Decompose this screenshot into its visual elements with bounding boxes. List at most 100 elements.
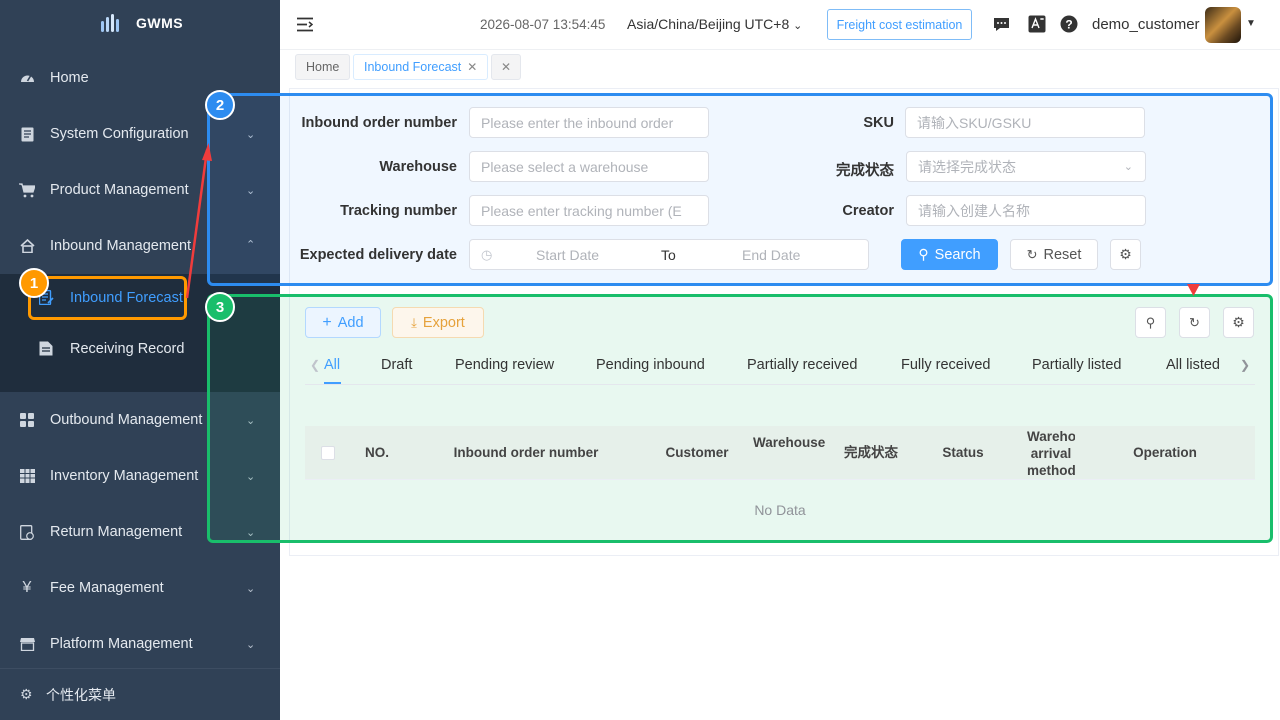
yen-icon: ¥ bbox=[22, 579, 32, 596]
table-icon bbox=[19, 468, 35, 484]
caret-down-icon[interactable]: ▼ bbox=[1246, 18, 1256, 29]
end-date-input[interactable]: End Date bbox=[742, 247, 800, 263]
username[interactable]: demo_customer bbox=[1092, 16, 1200, 33]
logo-icon bbox=[101, 14, 119, 32]
column-header: Status bbox=[942, 445, 984, 460]
reset-button-label: Reset bbox=[1043, 246, 1082, 263]
search-button-label: Search bbox=[934, 246, 981, 263]
sidebar-item-label: Product Management bbox=[50, 182, 189, 198]
filter-settings-button[interactable]: ⚙ bbox=[1110, 239, 1141, 270]
column-header: Warehouse bbox=[753, 435, 826, 450]
logo-text: GWMS bbox=[136, 15, 184, 31]
date-range-separator: To bbox=[661, 246, 676, 263]
tags-view: Home Inbound Forecast ✕ ✕ bbox=[280, 50, 1280, 86]
chevron-down-icon: ⌄ bbox=[246, 582, 256, 595]
tracking-number-input[interactable]: Please enter tracking number (E bbox=[469, 195, 709, 226]
refresh-button[interactable]: ↻ bbox=[1179, 307, 1210, 338]
annotation-badge-3: 3 bbox=[205, 292, 235, 322]
input-placeholder: Please enter tracking number (E bbox=[481, 202, 682, 219]
tab-inbound-forecast[interactable]: Inbound Forecast ✕ bbox=[353, 54, 489, 80]
export-button[interactable]: ⤓ Export bbox=[392, 307, 484, 338]
status-tab-pending-inbound[interactable]: Pending inbound bbox=[596, 357, 705, 373]
sidebar-item-label: Outbound Management bbox=[50, 412, 203, 428]
status-tab-draft[interactable]: Draft bbox=[381, 357, 412, 373]
sku-label: SKU bbox=[863, 115, 894, 131]
store-icon bbox=[19, 636, 35, 652]
creator-input[interactable]: 请输入创建人名称 bbox=[906, 195, 1146, 226]
reset-button[interactable]: ↻ Reset bbox=[1010, 239, 1098, 270]
column-header: Warehouse arrival method bbox=[1027, 429, 1075, 478]
export-button-label: Export bbox=[422, 314, 465, 331]
tracking-number-label: Tracking number bbox=[340, 203, 457, 219]
tabs-scroll-right-icon[interactable]: ❯ bbox=[1240, 358, 1250, 372]
input-placeholder: Please select a warehouse bbox=[481, 158, 649, 175]
add-button-label: Add bbox=[337, 314, 364, 331]
search-icon: ⚲ bbox=[918, 246, 929, 262]
sidebar-item-platform-management[interactable]: Platform Management ⌄ bbox=[0, 616, 280, 672]
gear-icon: ⚙ bbox=[20, 686, 33, 702]
column-header: Customer bbox=[665, 445, 729, 460]
tab-label: Home bbox=[306, 60, 340, 74]
tabs-scroll-left-icon[interactable]: ❮ bbox=[310, 358, 320, 372]
plus-icon: + bbox=[322, 313, 332, 331]
sku-input[interactable]: 请输入SKU/GSKU bbox=[905, 107, 1145, 138]
status-tab-fully-received[interactable]: Fully received bbox=[901, 357, 990, 373]
status-tab-partially-received[interactable]: Partially received bbox=[747, 357, 857, 373]
help-icon[interactable]: ? bbox=[1060, 15, 1078, 33]
tab-label: Inbound Forecast bbox=[364, 60, 462, 74]
download-icon: ⤓ bbox=[411, 314, 417, 330]
active-tab-indicator bbox=[324, 382, 341, 384]
current-datetime: 2026-08-07 13:54:45 bbox=[480, 17, 606, 32]
close-icon[interactable]: ✕ bbox=[467, 60, 477, 74]
status-tab-pending-review[interactable]: Pending review bbox=[455, 357, 554, 373]
sidebar-item-label: Fee Management bbox=[50, 580, 164, 596]
translate-icon[interactable] bbox=[1028, 15, 1046, 33]
completion-status-select[interactable]: 请选择完成状态 ⌄ bbox=[906, 151, 1146, 182]
document-icon bbox=[39, 341, 55, 357]
tabs-divider bbox=[305, 384, 1255, 385]
avatar[interactable] bbox=[1205, 7, 1241, 43]
top-bar: 2026-08-07 13:54:45 Asia/China/Beijing U… bbox=[280, 0, 1280, 50]
timezone-select[interactable]: Asia/China/Beijing UTC+8 ⌄ bbox=[627, 16, 802, 32]
creator-label: Creator bbox=[842, 203, 894, 219]
sidebar-item-label: Inbound Management bbox=[50, 238, 192, 254]
input-placeholder: 请输入创建人名称 bbox=[918, 202, 1030, 219]
close-all-tabs-button[interactable]: ✕ bbox=[491, 54, 522, 80]
close-icon: ✕ bbox=[501, 60, 512, 74]
app-logo[interactable]: GWMS bbox=[100, 14, 183, 32]
search-button[interactable]: ⚲ Search bbox=[901, 239, 998, 270]
select-all-checkbox[interactable] bbox=[321, 446, 335, 460]
chevron-down-icon: ⌄ bbox=[1123, 161, 1133, 173]
column-header: NO. bbox=[364, 445, 389, 460]
status-tab-partially-listed[interactable]: Partially listed bbox=[1032, 357, 1121, 373]
warehouse-label: Warehouse bbox=[379, 159, 457, 175]
column-settings-button[interactable]: ⚙ bbox=[1223, 307, 1254, 338]
input-placeholder: 请选择完成状态 bbox=[918, 158, 1016, 175]
refresh-icon: ↻ bbox=[1026, 246, 1038, 262]
sidebar-item-fee-management[interactable]: ¥ Fee Management ⌄ bbox=[0, 560, 280, 616]
chevron-down-icon: ⌄ bbox=[793, 20, 803, 32]
start-date-input[interactable]: Start Date bbox=[536, 247, 599, 263]
personalized-menu[interactable]: ⚙ 个性化菜单 bbox=[0, 668, 280, 720]
inbound-order-input[interactable]: Please enter the inbound order bbox=[469, 107, 709, 138]
tab-home[interactable]: Home bbox=[295, 54, 351, 80]
freight-cost-estimation-button[interactable]: Freight cost estimation bbox=[827, 9, 972, 40]
add-button[interactable]: + Add bbox=[305, 307, 381, 338]
refresh-icon: ↻ bbox=[1189, 314, 1200, 330]
menu-toggle-icon[interactable] bbox=[297, 17, 314, 37]
warehouse-select[interactable]: Please select a warehouse bbox=[469, 151, 709, 182]
input-placeholder: Please enter the inbound order bbox=[481, 114, 674, 131]
sidebar-item-label: System Configuration bbox=[50, 126, 189, 142]
status-tab-all-listed[interactable]: All listed bbox=[1166, 357, 1220, 373]
document-icon bbox=[19, 126, 35, 142]
status-tab-all[interactable]: All bbox=[324, 357, 340, 373]
column-header: 完成状态 bbox=[844, 445, 898, 460]
toggle-search-button[interactable]: ⚲ bbox=[1135, 307, 1166, 338]
date-range-picker[interactable]: ◷ Start Date To End Date bbox=[469, 239, 869, 270]
clock-icon: ◷ bbox=[481, 246, 493, 262]
message-icon[interactable] bbox=[992, 15, 1010, 33]
timezone-label: Asia/China/Beijing UTC+8 bbox=[627, 16, 790, 32]
chevron-down-icon: ⌄ bbox=[246, 638, 256, 651]
search-icon: ⚲ bbox=[1145, 314, 1156, 330]
sidebar-item-label: Home bbox=[50, 70, 89, 86]
